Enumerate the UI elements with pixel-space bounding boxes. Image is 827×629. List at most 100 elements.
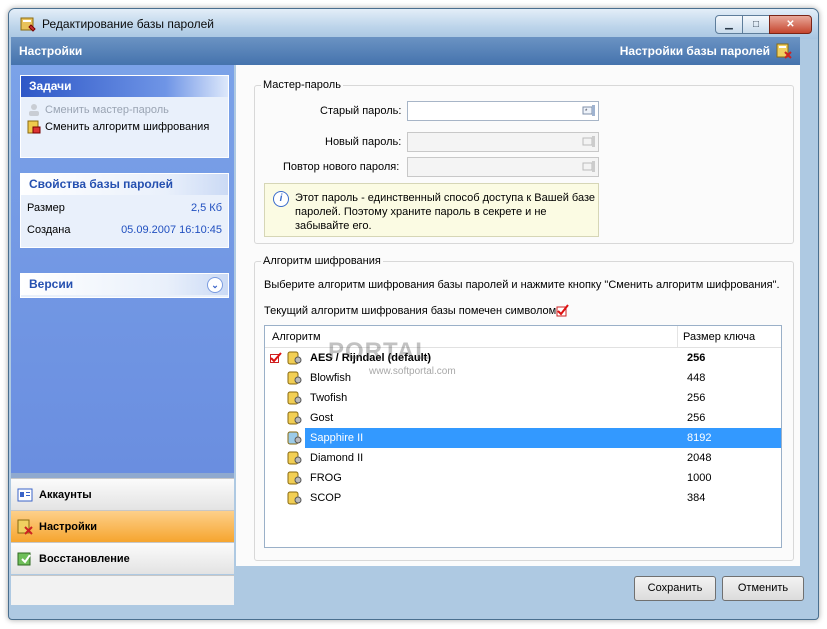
sidebar: Задачи Сменить мастер-пароль Сменить алг… bbox=[11, 65, 234, 473]
change-encryption-task[interactable]: Сменить алгоритм шифрования bbox=[27, 118, 222, 135]
column-header-key-size[interactable]: Размер ключа bbox=[683, 331, 755, 343]
master-password-group-title: Мастер-пароль bbox=[261, 79, 343, 91]
encryption-instruction: Выберите алгоритм шифрования базы пароле… bbox=[264, 279, 780, 291]
window-controls: ▁ □ ✕ bbox=[715, 15, 812, 34]
nav-accounts[interactable]: Аккаунты bbox=[11, 478, 234, 510]
maximize-button[interactable]: □ bbox=[742, 15, 770, 34]
versions-title: Версии bbox=[29, 277, 74, 291]
key-size: 384 bbox=[687, 492, 706, 504]
maximize-icon: □ bbox=[752, 19, 760, 30]
section-title: Настройки bbox=[19, 44, 83, 58]
column-header-algorithm[interactable]: Алгоритм bbox=[272, 331, 321, 343]
key-size: 2048 bbox=[687, 452, 712, 464]
repeat-password-field[interactable] bbox=[407, 157, 599, 177]
user-key-icon bbox=[29, 103, 39, 116]
info-text: Этот пароль - единственный способ доступ… bbox=[295, 192, 595, 232]
key-size: 1000 bbox=[687, 472, 712, 484]
encryption-group-title: Алгоритм шифрования bbox=[261, 255, 383, 267]
main-panel: Мастер-пароль Старый пароль: * Новый пар… bbox=[236, 65, 800, 566]
algorithm-icon bbox=[287, 431, 302, 445]
task-label: Сменить мастер-пароль bbox=[45, 103, 169, 116]
size-value: 2,5 Кб bbox=[190, 202, 222, 214]
old-password-label: Старый пароль: bbox=[320, 105, 402, 117]
table-row[interactable]: FROG 1000 bbox=[265, 468, 781, 488]
column-separator[interactable] bbox=[677, 326, 678, 347]
new-password-label: Новый пароль: bbox=[325, 136, 402, 148]
algorithm-name: Blowfish bbox=[310, 372, 351, 384]
algorithm-icon bbox=[287, 391, 302, 405]
algorithm-name: Diamond II bbox=[310, 452, 364, 464]
task-label: Сменить алгоритм шифрования bbox=[45, 120, 210, 133]
info-box: i Этот пароль - единственный способ дост… bbox=[264, 183, 599, 237]
tasks-panel-header[interactable]: Задачи bbox=[21, 76, 228, 97]
key-icon bbox=[582, 136, 595, 147]
algorithm-icon bbox=[287, 471, 302, 485]
save-button[interactable]: Сохранить bbox=[634, 576, 716, 601]
old-password-field[interactable]: * bbox=[407, 101, 599, 121]
key-size: 8192 bbox=[677, 428, 781, 448]
algorithm-icon bbox=[287, 371, 302, 385]
nav-footer bbox=[11, 575, 234, 605]
new-password-field[interactable] bbox=[407, 132, 599, 152]
page-title: Настройки базы паролей bbox=[619, 44, 770, 58]
accounts-icon bbox=[17, 488, 33, 501]
current-algorithm-note: Текущий алгоритм шифрования базы помечен… bbox=[264, 305, 560, 317]
created-label: Создана bbox=[27, 224, 71, 236]
algorithm-name: Sapphire II bbox=[308, 428, 366, 448]
settings-icon bbox=[17, 519, 33, 535]
nav-label: Восстановление bbox=[39, 552, 130, 565]
close-button[interactable]: ✕ bbox=[769, 15, 812, 34]
algorithm-icon bbox=[287, 411, 302, 425]
table-row[interactable]: Twofish 256 bbox=[265, 388, 781, 408]
algorithm-icon bbox=[287, 491, 302, 505]
created-value: 05.09.2007 16:10:45 bbox=[121, 224, 222, 236]
table-row[interactable]: Diamond II 2048 bbox=[265, 448, 781, 468]
size-row: Размер 2,5 Кб bbox=[27, 197, 222, 219]
key-icon bbox=[582, 161, 595, 172]
database-icon bbox=[20, 17, 36, 32]
section-header: Настройки Настройки базы паролей bbox=[11, 37, 800, 65]
chevron-down-icon[interactable]: ⌄ bbox=[207, 277, 223, 293]
nav-label: Аккаунты bbox=[39, 488, 92, 501]
minimize-button[interactable]: ▁ bbox=[715, 15, 743, 34]
watermark: PORTAL bbox=[328, 338, 431, 365]
repeat-password-label: Повтор нового пароля: bbox=[283, 161, 400, 173]
versions-panel: Версии ⌄ bbox=[20, 273, 229, 298]
size-label: Размер bbox=[27, 202, 65, 214]
versions-header[interactable]: Версии ⌄ bbox=[21, 274, 228, 295]
change-master-password-task[interactable]: Сменить мастер-пароль bbox=[27, 101, 222, 118]
table-row[interactable]: Gost 256 bbox=[265, 408, 781, 428]
database-settings-icon bbox=[776, 43, 792, 59]
key-size: 256 bbox=[687, 412, 706, 424]
nav-label: Настройки bbox=[39, 520, 98, 533]
key-size: 256 bbox=[687, 352, 706, 364]
cancel-button[interactable]: Отменить bbox=[722, 576, 804, 601]
recovery-icon bbox=[17, 552, 31, 565]
nav-recovery[interactable]: Восстановление bbox=[11, 542, 234, 574]
title-bar: Редактирование базы паролей ▁ □ ✕ bbox=[9, 9, 818, 39]
table-row[interactable]: SCOP 384 bbox=[265, 488, 781, 508]
db-properties-panel: Свойства базы паролей Размер 2,5 Кб Созд… bbox=[20, 173, 229, 248]
nav-settings[interactable]: Настройки bbox=[11, 510, 234, 542]
db-properties-header[interactable]: Свойства базы паролей bbox=[21, 174, 228, 195]
algorithm-icon bbox=[287, 351, 302, 365]
key-size: 256 bbox=[687, 392, 706, 404]
db-properties-title: Свойства базы паролей bbox=[29, 177, 173, 191]
key-icon[interactable]: * bbox=[582, 104, 596, 117]
minimize-icon: ▁ bbox=[725, 19, 733, 30]
tasks-panel: Задачи Сменить мастер-пароль Сменить алг… bbox=[20, 75, 229, 158]
table-row[interactable]: Blowfish 448 bbox=[265, 368, 781, 388]
database-lock-icon bbox=[27, 120, 41, 133]
algorithm-name: Twofish bbox=[310, 392, 348, 404]
algorithm-name: SCOP bbox=[310, 492, 342, 504]
tasks-panel-title: Задачи bbox=[29, 79, 72, 93]
table-row[interactable]: Sapphire II 8192 bbox=[265, 428, 781, 448]
window-title: Редактирование базы паролей bbox=[42, 17, 214, 31]
algorithm-icon bbox=[287, 451, 302, 465]
checkmark-icon bbox=[556, 304, 569, 317]
info-icon: i bbox=[273, 191, 289, 207]
current-checkmark-icon bbox=[270, 352, 282, 363]
algorithm-name: Gost bbox=[310, 412, 334, 424]
algorithm-name: FROG bbox=[310, 472, 342, 484]
key-size: 448 bbox=[687, 372, 706, 384]
